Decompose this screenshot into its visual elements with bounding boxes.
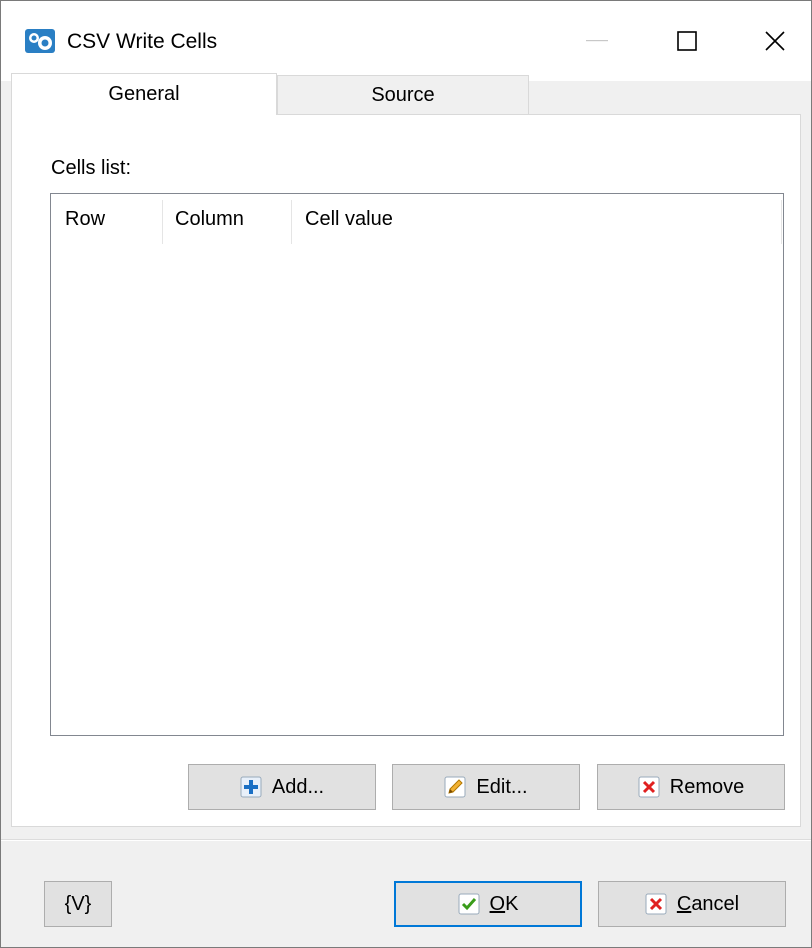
title-bar[interactable]: CSV Write Cells: [1, 1, 811, 81]
variables-button[interactable]: {V}: [44, 881, 112, 927]
close-icon: [765, 31, 785, 51]
add-button-label: Add...: [271, 775, 325, 798]
pencil-icon: [444, 776, 466, 798]
minimize-icon: [586, 40, 608, 42]
column-divider[interactable]: [162, 200, 163, 244]
cancel-button-label: Cancel: [676, 892, 740, 915]
minimize-button[interactable]: [575, 19, 619, 63]
cancel-x-icon: [645, 893, 667, 915]
ok-button-label: OK: [489, 892, 519, 915]
ok-button[interactable]: OK: [394, 881, 582, 927]
check-icon: [458, 893, 480, 915]
cancel-button[interactable]: Cancel: [598, 881, 786, 927]
tab-source-label: Source: [371, 83, 435, 106]
plus-icon: [240, 776, 262, 798]
column-header-cell-value[interactable]: Cell value: [305, 194, 393, 244]
close-button[interactable]: [753, 19, 797, 63]
tab-general-label: General: [108, 83, 180, 105]
dialog-window: CSV Write Cells General Source Cells lis…: [0, 0, 812, 948]
remove-button[interactable]: Remove: [597, 764, 785, 810]
app-icon: [25, 29, 55, 53]
column-divider[interactable]: [781, 200, 782, 244]
footer-divider-highlight: [1, 840, 811, 841]
column-header-column[interactable]: Column: [175, 194, 244, 244]
remove-button-label: Remove: [669, 775, 745, 798]
cells-list-label: Cells list:: [51, 157, 132, 179]
add-button[interactable]: Add...: [188, 764, 376, 810]
variables-button-label: {V}: [64, 892, 92, 915]
maximize-icon: [677, 31, 697, 51]
tab-source[interactable]: Source: [277, 75, 529, 115]
edit-button-label: Edit...: [476, 775, 528, 798]
tab-general[interactable]: General: [11, 73, 277, 115]
edit-button[interactable]: Edit...: [392, 764, 580, 810]
window-title: CSV Write Cells: [67, 30, 218, 53]
maximize-button[interactable]: [665, 19, 709, 63]
column-divider[interactable]: [291, 200, 292, 244]
remove-x-icon: [638, 776, 660, 798]
column-header-row[interactable]: Row: [65, 194, 105, 244]
cells-list[interactable]: Row Column Cell value: [50, 193, 784, 736]
